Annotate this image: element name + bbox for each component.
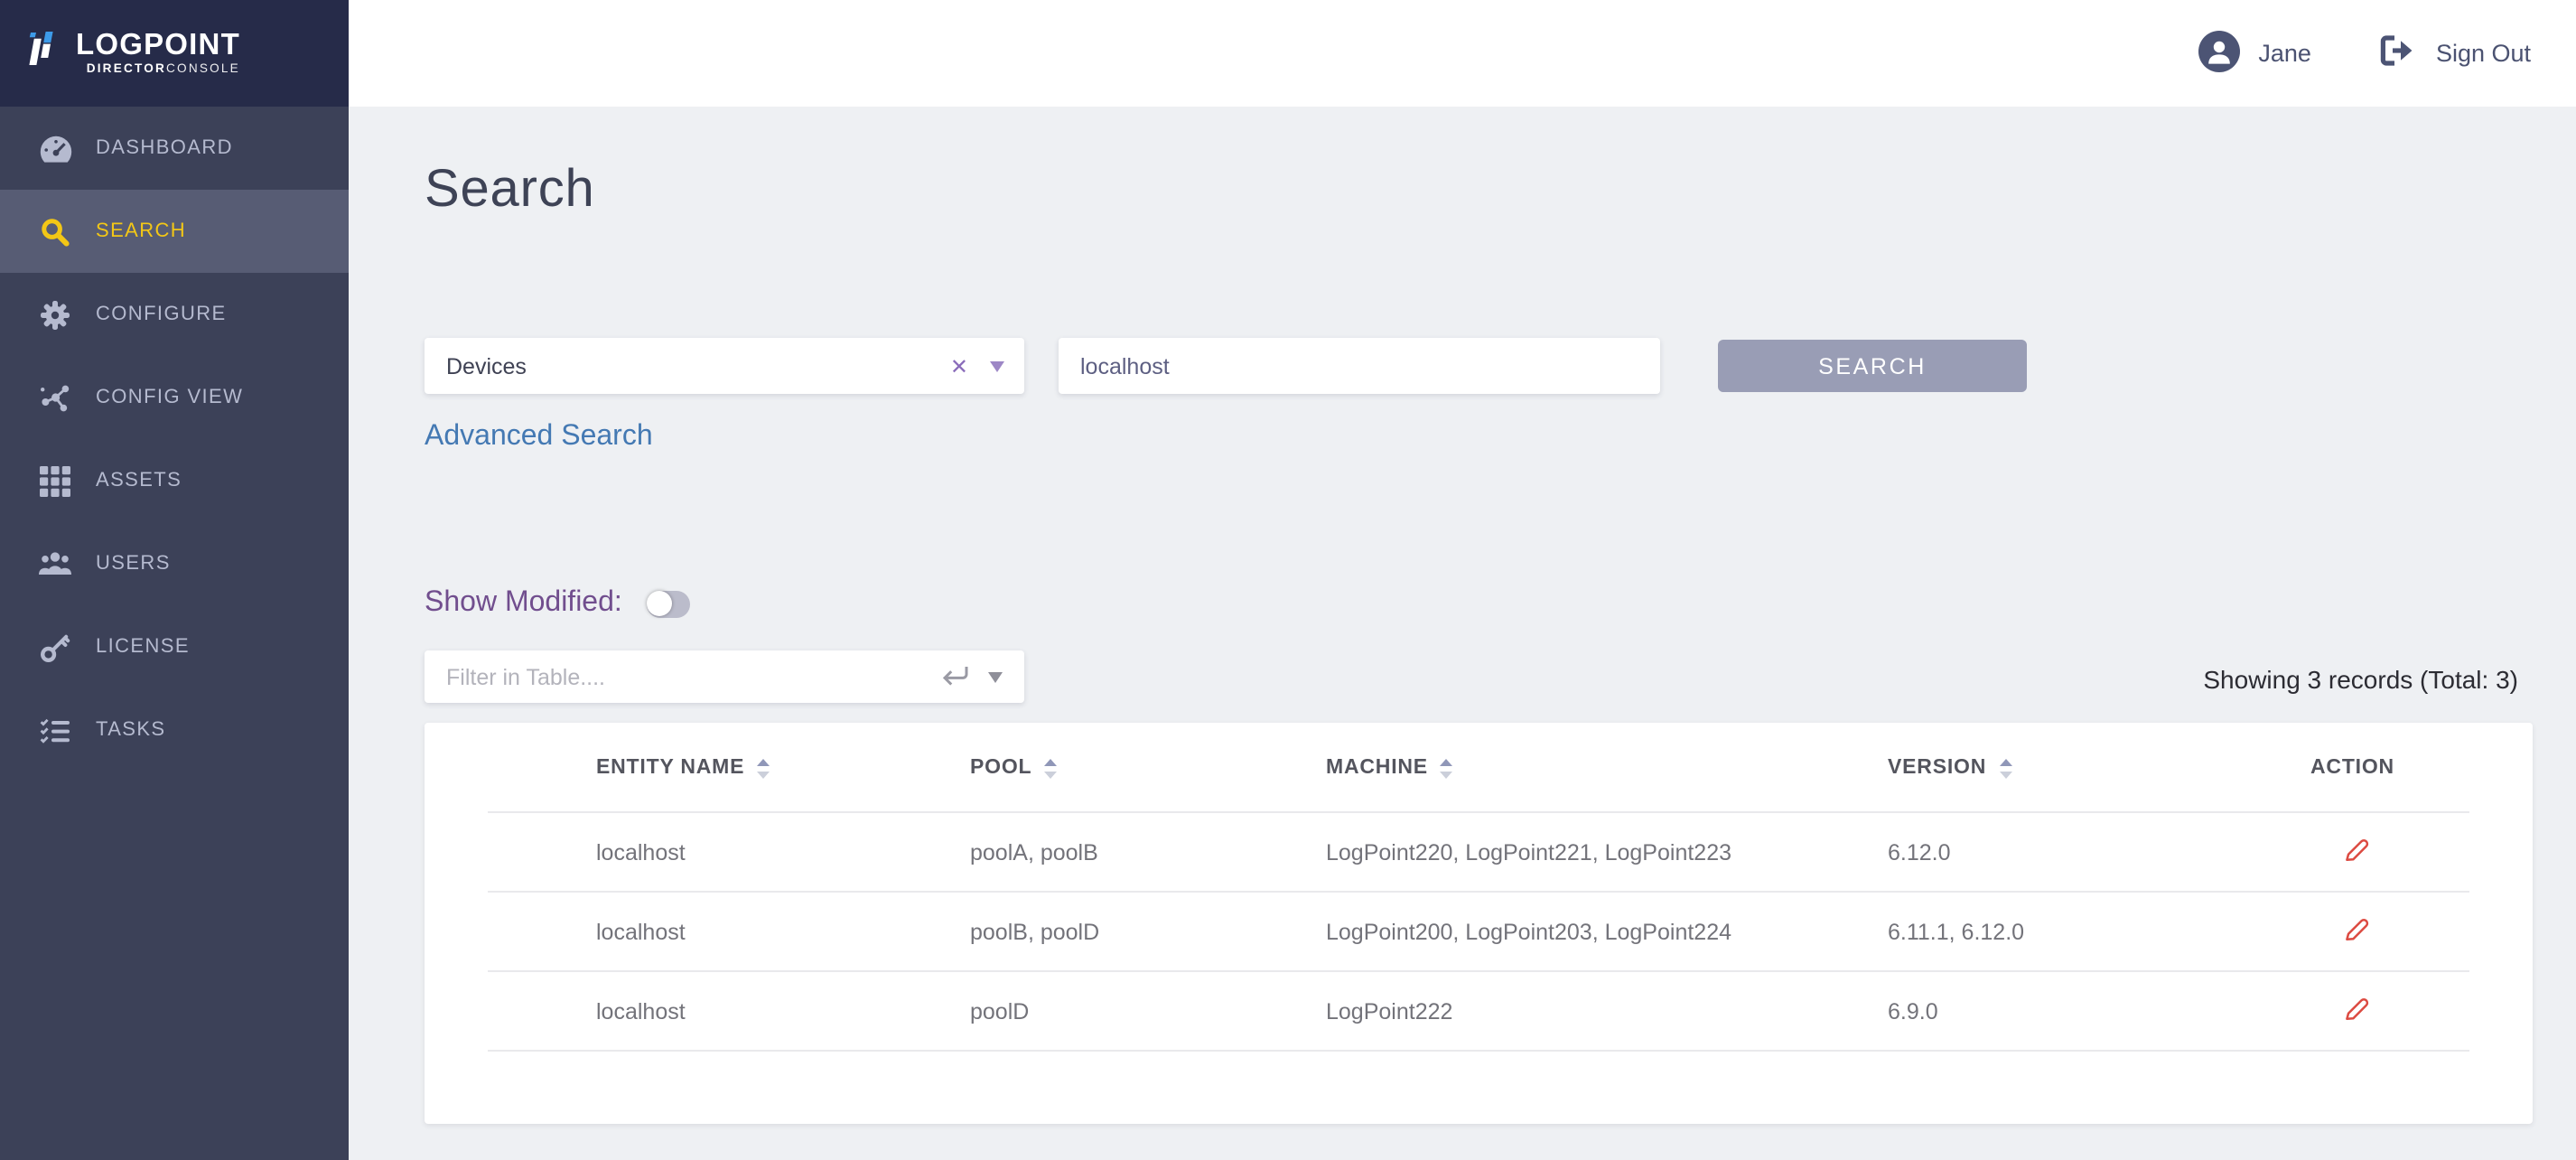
pencil-icon bbox=[2341, 835, 2372, 871]
search-controls: Devices ✕ SEARCH bbox=[425, 338, 2027, 394]
sidebar-item-label: CONFIGURE bbox=[96, 304, 227, 325]
users-icon bbox=[38, 551, 72, 576]
logpoint-logo-icon bbox=[23, 27, 63, 80]
search-button[interactable]: SEARCH bbox=[1718, 340, 2027, 392]
main-content: Search Devices ✕ SEARCH Advanced Search … bbox=[349, 107, 2576, 1160]
key-icon bbox=[38, 631, 72, 662]
sidebar-item-configure[interactable]: CONFIGURE bbox=[0, 273, 349, 356]
tasks-icon bbox=[38, 716, 72, 744]
sort-icon bbox=[755, 756, 771, 780]
pencil-icon bbox=[2341, 914, 2372, 950]
column-header-entity-name[interactable]: ENTITY NAME bbox=[596, 756, 970, 780]
show-modified-label: Show Modified: bbox=[425, 587, 622, 620]
sidebar-item-search[interactable]: SEARCH bbox=[0, 190, 349, 273]
cell-pool: poolB, poolD bbox=[970, 920, 1326, 945]
gear-icon bbox=[38, 299, 72, 330]
cell-machine: LogPoint220, LogPoint221, LogPoint223 bbox=[1326, 840, 1888, 865]
logo[interactable]: LOGPOINT DIRECTORCONSOLE bbox=[0, 0, 349, 107]
cell-machine: LogPoint200, LogPoint203, LogPoint224 bbox=[1326, 920, 1888, 945]
sign-out-label: Sign Out bbox=[2436, 40, 2531, 67]
search-category-value: Devices bbox=[446, 353, 527, 379]
sidebar-item-label: LICENSE bbox=[96, 636, 190, 658]
cell-version: 6.12.0 bbox=[1888, 840, 2310, 865]
column-header-version[interactable]: VERSION bbox=[1888, 756, 2310, 780]
cell-pool: poolA, poolB bbox=[970, 840, 1326, 865]
column-header-action: ACTION bbox=[2310, 757, 2480, 779]
grid-icon bbox=[38, 465, 72, 496]
sidebar-item-license[interactable]: LICENSE bbox=[0, 605, 349, 688]
sidebar-item-label: TASKS bbox=[96, 719, 166, 741]
cell-entity-name: localhost bbox=[596, 999, 970, 1024]
edit-button[interactable] bbox=[2341, 914, 2372, 950]
table-filter bbox=[425, 650, 1024, 703]
sidebar-item-label: USERS bbox=[96, 553, 171, 575]
chevron-down-icon[interactable] bbox=[988, 671, 1003, 682]
records-summary: Showing 3 records (Total: 3) bbox=[2203, 665, 2518, 694]
cell-version: 6.11.1, 6.12.0 bbox=[1888, 920, 2310, 945]
edit-button[interactable] bbox=[2341, 994, 2372, 1030]
brand-subtitle: DIRECTORCONSOLE bbox=[76, 63, 240, 76]
pencil-icon bbox=[2341, 994, 2372, 1030]
sidebar-item-label: SEARCH bbox=[96, 220, 186, 242]
show-modified-toggle[interactable] bbox=[648, 590, 691, 617]
toggle-knob bbox=[648, 591, 673, 616]
page-title: Search bbox=[425, 161, 595, 220]
cell-machine: LogPoint222 bbox=[1326, 999, 1888, 1024]
username: Jane bbox=[2258, 40, 2311, 67]
sidebar-item-label: CONFIG VIEW bbox=[96, 387, 243, 408]
sidebar-item-config-view[interactable]: CONFIG VIEW bbox=[0, 356, 349, 439]
sidebar-item-users[interactable]: USERS bbox=[0, 522, 349, 605]
sort-icon bbox=[1439, 756, 1455, 780]
table-row: localhost poolA, poolB LogPoint220, LogP… bbox=[425, 813, 2533, 893]
user-avatar-icon bbox=[2198, 30, 2240, 77]
brand-name: LOGPOINT bbox=[76, 31, 240, 61]
app-window: LOGPOINT DIRECTORCONSOLE DASHBOARD bbox=[0, 0, 2576, 1160]
sidebar-item-label: DASHBOARD bbox=[96, 137, 233, 159]
column-header-pool[interactable]: POOL bbox=[970, 756, 1326, 780]
table-row: localhost poolB, poolD LogPoint200, LogP… bbox=[425, 893, 2533, 972]
table-header-row: ENTITY NAME POOL MACHINE VERSION ACTION bbox=[425, 723, 2533, 813]
column-header-machine[interactable]: MACHINE bbox=[1326, 756, 1888, 780]
chevron-down-icon[interactable] bbox=[990, 360, 1004, 371]
table-row: localhost poolD LogPoint222 6.9.0 bbox=[425, 972, 2533, 1052]
sort-icon bbox=[1997, 756, 2013, 780]
user-menu[interactable]: Jane bbox=[2198, 30, 2311, 77]
sidebar-item-tasks[interactable]: TASKS bbox=[0, 688, 349, 772]
sidebar-item-assets[interactable]: ASSETS bbox=[0, 439, 349, 522]
sign-out-button[interactable]: Sign Out bbox=[2380, 34, 2531, 72]
cell-entity-name: localhost bbox=[596, 840, 970, 865]
sign-out-icon bbox=[2380, 34, 2418, 72]
sidebar: LOGPOINT DIRECTORCONSOLE DASHBOARD bbox=[0, 0, 349, 1160]
results-table: ENTITY NAME POOL MACHINE VERSION ACTION bbox=[425, 723, 2533, 1124]
show-modified-row: Show Modified: bbox=[425, 587, 691, 620]
enter-icon[interactable] bbox=[939, 665, 970, 688]
search-category-dropdown[interactable]: Devices ✕ bbox=[425, 338, 1024, 394]
sidebar-item-dashboard[interactable]: DASHBOARD bbox=[0, 107, 349, 190]
advanced-search-link[interactable]: Advanced Search bbox=[425, 421, 653, 454]
sidebar-item-label: ASSETS bbox=[96, 470, 182, 491]
cell-version: 6.9.0 bbox=[1888, 999, 2310, 1024]
search-query-input[interactable] bbox=[1059, 338, 1660, 394]
network-icon bbox=[38, 382, 72, 413]
topbar: Jane Sign Out bbox=[349, 0, 2576, 107]
clear-icon[interactable]: ✕ bbox=[950, 353, 968, 379]
filter-input[interactable] bbox=[425, 664, 939, 689]
dashboard-icon bbox=[38, 135, 72, 162]
edit-button[interactable] bbox=[2341, 835, 2372, 871]
sidebar-nav: DASHBOARD SEARCH bbox=[0, 107, 349, 772]
sort-icon bbox=[1042, 756, 1059, 780]
search-icon bbox=[38, 216, 72, 247]
cell-pool: poolD bbox=[970, 999, 1326, 1024]
cell-entity-name: localhost bbox=[596, 920, 970, 945]
